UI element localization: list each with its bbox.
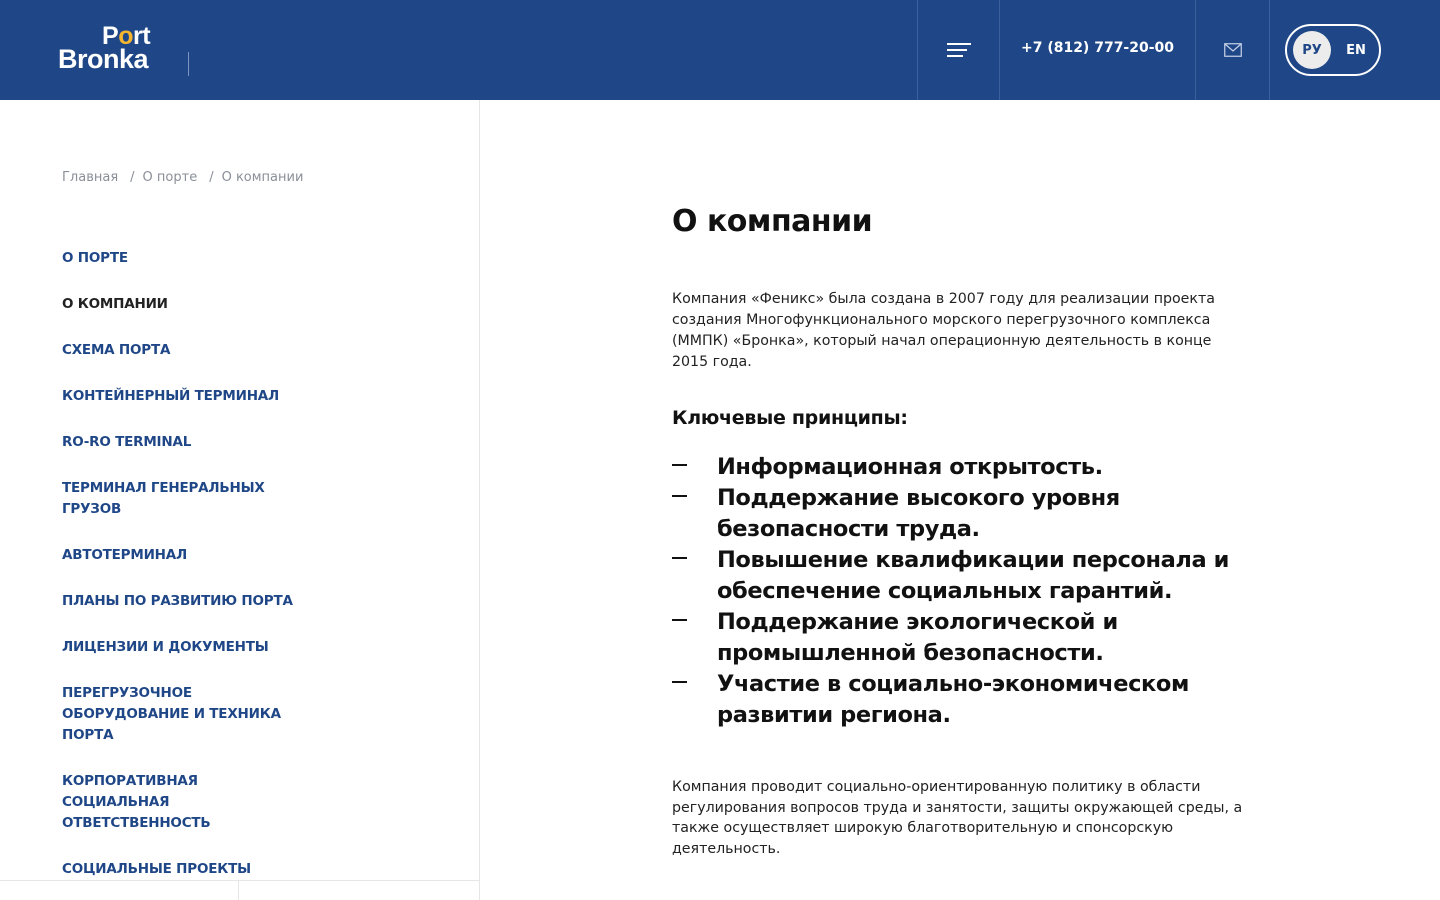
mail-button[interactable] (1196, 0, 1269, 100)
sidebar-nav: О ПОРТЕ О КОМПАНИИ СХЕМА ПОРТА КОНТЕЙНЕР… (62, 248, 307, 900)
list-item: Повышение квалификации персонала и обесп… (672, 545, 1262, 607)
dash-marker (672, 495, 687, 497)
dash-marker (672, 464, 687, 466)
hamburger-icon (946, 43, 971, 57)
phone-link[interactable]: +7 (812) 777-20-00 (1000, 0, 1195, 100)
logo-separator (188, 52, 189, 76)
sidebar: Главная / О порте / О компании О ПОРТЕ О… (0, 100, 480, 900)
lang-en-button[interactable]: EN (1337, 31, 1375, 69)
sidebar-footer-split (238, 881, 239, 900)
sidebar-item-development-plans[interactable]: ПЛАНЫ ПО РАЗВИТИЮ ПОРТА (62, 591, 307, 612)
menu-button[interactable] (918, 0, 999, 100)
sidebar-item-general-cargo-terminal[interactable]: ТЕРМИНАЛ ГЕНЕРАЛЬНЫХ ГРУЗОВ (62, 478, 307, 520)
list-item: Информационная открытость. (672, 452, 1262, 483)
logo-bronka-text: Bronka (58, 44, 149, 74)
sidebar-item-about-port[interactable]: О ПОРТЕ (62, 248, 307, 269)
sidebar-item-ro-ro-terminal[interactable]: RO-RO TERMINAL (62, 432, 307, 453)
list-item: Поддержание экологической и промышленной… (672, 607, 1262, 669)
port-bronka-logo[interactable]: Port Bronka (58, 22, 168, 74)
intro-paragraph: Компания «Феникс» была создана в 2007 го… (672, 291, 1215, 370)
header-divider (1269, 0, 1270, 100)
sidebar-footer-divider (0, 880, 479, 900)
sidebar-item-auto-terminal[interactable]: АВТОТЕРМИНАЛ (62, 545, 307, 566)
sidebar-item-about-company[interactable]: О КОМПАНИИ (62, 294, 307, 315)
breadcrumb-about-port[interactable]: О порте (143, 170, 198, 185)
dash-marker (672, 619, 687, 621)
breadcrumb-current: О компании (221, 170, 304, 185)
sidebar-item-equipment[interactable]: ПЕРЕГРУЗОЧНОЕ ОБОРУДОВАНИЕ И ТЕХНИКА ПОР… (62, 683, 307, 746)
breadcrumb: Главная / О порте / О компании (62, 170, 303, 185)
sidebar-item-port-scheme[interactable]: СХЕМА ПОРТА (62, 340, 307, 361)
breadcrumb-home[interactable]: Главная (62, 170, 118, 185)
list-item: Участие в социально-экономическом развит… (672, 669, 1262, 731)
breadcrumb-separator: / (130, 170, 135, 185)
lang-ru-button[interactable]: РУ (1293, 31, 1331, 69)
breadcrumb-separator: / (209, 170, 214, 185)
principles-list: Информационная открытость. Поддержание в… (672, 452, 1262, 731)
dash-marker (672, 681, 687, 683)
dash-marker (672, 557, 687, 559)
sidebar-item-csr[interactable]: КОРПОРАТИВНАЯ СОЦИАЛЬНАЯ ОТВЕТСТВЕННОСТЬ (62, 771, 307, 834)
language-switcher: РУ EN (1285, 24, 1381, 76)
list-item: Поддержание высокого уровня безопасности… (672, 483, 1262, 545)
principles-heading: Ключевые принципы: (672, 407, 908, 429)
site-header: Port Bronka +7 (812) 777-20-00 РУ EN (0, 0, 1440, 100)
page-title: О компании (672, 204, 873, 239)
sidebar-item-container-terminal[interactable]: КОНТЕЙНЕРНЫЙ ТЕРМИНАЛ (62, 386, 307, 407)
sidebar-item-social-projects[interactable]: СОЦИАЛЬНЫЕ ПРОЕКТЫ (62, 859, 307, 880)
sidebar-item-licenses-documents[interactable]: ЛИЦЕНЗИИ И ДОКУМЕНТЫ (62, 637, 307, 658)
outro-paragraph: Компания проводит социально-ориентирован… (672, 779, 1243, 857)
envelope-icon (1223, 43, 1242, 57)
